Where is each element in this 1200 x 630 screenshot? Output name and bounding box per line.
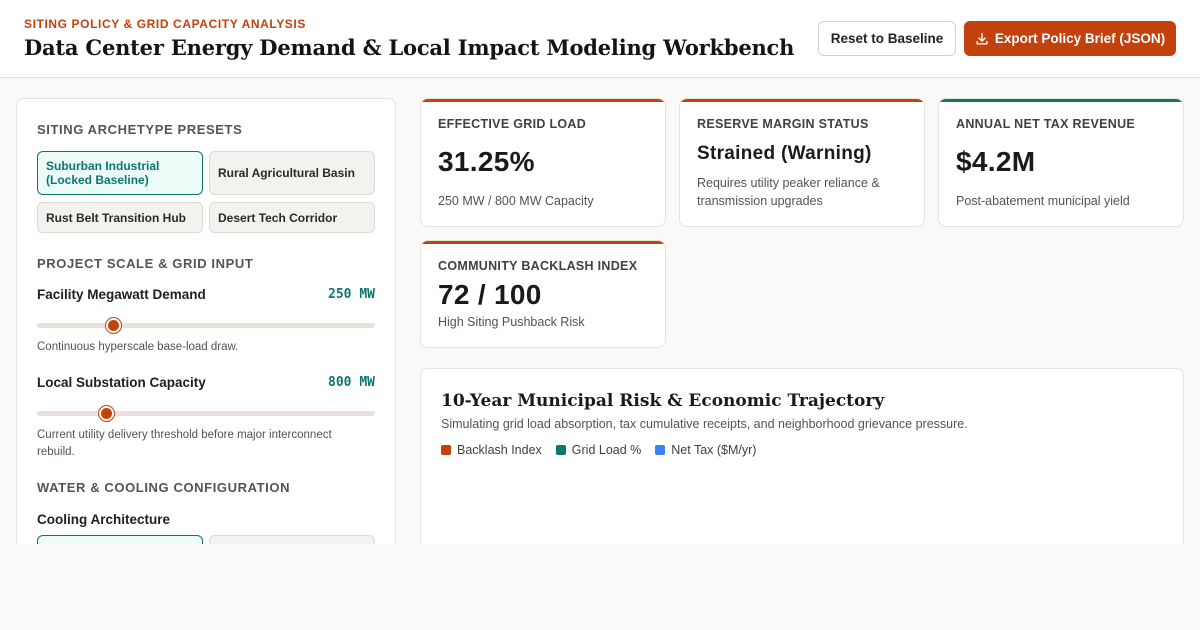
legend-swatch [655,445,666,455]
megawatt-slider[interactable] [37,318,375,333]
reserve-margin-value: Strained (Warning) [697,143,872,164]
legend-label: Grid Load % [571,443,642,457]
card-accent-bar [680,99,924,102]
water-section-title: WATER & COOLING CONFIGURATION [37,480,291,495]
chart-subtitle: Simulating grid load absorption, tax cum… [441,417,968,431]
megawatt-label: Facility Megawatt Demand [37,287,206,302]
card-accent-bar [421,99,665,102]
reserve-margin-label: RESERVE MARGIN STATUS [697,117,869,131]
megawatt-help: Continuous hyperscale base-load draw. [37,341,239,353]
preset-label: Rural Agricultural Basin [218,166,355,180]
backlash-sub: High Siting Pushback Risk [438,315,585,329]
substation-help: Current utility delivery threshold befor… [37,429,332,458]
legend-label: Backlash Index [457,443,542,457]
preset-suburban-industrial[interactable]: Suburban Industrial (Locked Baseline) [37,151,203,195]
preset-label: Desert Tech Corridor [218,210,338,225]
net-tax-label: ANNUAL NET TAX REVENUE [956,117,1136,131]
megawatt-value: 250 MW [328,287,375,302]
card-accent-bar [421,241,665,244]
legend-label: Net Tax ($M/yr) [671,443,757,457]
preset-label: Suburban Industrial (Locked Baseline) [46,159,160,187]
grid-load-sub: 250 MW / 800 MW Capacity [438,194,594,208]
export-brief-button[interactable]: Export Policy Brief (JSON) [964,21,1176,56]
backlash-label: COMMUNITY BACKLASH INDEX [438,259,638,273]
substation-label: Local Substation Capacity [37,375,206,390]
net-tax-card: ANNUAL NET TAX REVENUE $4.2M Post-abatem… [938,98,1184,227]
grid-load-card: EFFECTIVE GRID LOAD 31.25% 250 MW / 800 … [420,98,666,227]
reset-baseline-button[interactable]: Reset to Baseline [818,21,956,56]
preset-label: Rust Belt Transition Hub [46,210,187,225]
chart-legend: Backlash Index Grid Load % Net Tax ($M/y… [441,443,756,457]
presets-section-title: SITING ARCHETYPE PRESETS [37,122,243,137]
app-header: SITING POLICY & GRID CAPACITY ANALYSIS D… [0,0,1200,78]
page-title: Data Center Energy Demand & Local Impact… [24,35,795,60]
legend-item-net-tax[interactable]: Net Tax ($M/yr) [655,443,756,457]
legend-item-grid-load[interactable]: Grid Load % [555,443,642,457]
grid-load-value: 31.25% [438,146,535,177]
control-sidebar: SITING ARCHETYPE PRESETS Suburban Indust… [16,98,396,558]
trajectory-chart-panel: 10-Year Municipal Risk & Economic Trajec… [420,368,1184,568]
substation-slider-thumb[interactable] [99,406,115,421]
preset-rural-agricultural[interactable]: Rural Agricultural Basin [209,151,375,195]
substation-slider[interactable] [37,406,375,421]
megawatt-slider-thumb[interactable] [106,318,122,333]
cooling-label: Cooling Architecture [37,512,171,527]
legend-swatch [441,445,451,455]
backlash-value: 72 / 100 [438,279,542,310]
backlash-card: COMMUNITY BACKLASH INDEX 72 / 100 High S… [420,240,666,348]
net-tax-sub: Post-abatement municipal yield [956,194,1130,208]
legend-swatch [555,445,566,455]
grid-load-label: EFFECTIVE GRID LOAD [438,117,587,131]
reset-button-label: Reset to Baseline [830,31,944,46]
preset-rust-belt[interactable]: Rust Belt Transition Hub [37,202,203,233]
reserve-margin-card: RESERVE MARGIN STATUS Strained (Warning)… [679,98,925,227]
header-kicker: SITING POLICY & GRID CAPACITY ANALYSIS [24,17,306,31]
scale-section-title: PROJECT SCALE & GRID INPUT [37,256,254,271]
net-tax-value: $4.2M [956,146,1036,177]
reserve-margin-sub: Requires utility peaker reliance & trans… [697,176,880,208]
substation-value: 800 MW [328,375,375,390]
legend-item-backlash[interactable]: Backlash Index [441,443,542,457]
preset-desert-tech[interactable]: Desert Tech Corridor [209,202,375,233]
export-button-label: Export Policy Brief (JSON) [994,31,1166,46]
card-accent-bar [939,99,1183,102]
download-icon [976,32,988,45]
viewport-bottom [0,544,1200,630]
chart-title: 10-Year Municipal Risk & Economic Trajec… [441,391,885,411]
